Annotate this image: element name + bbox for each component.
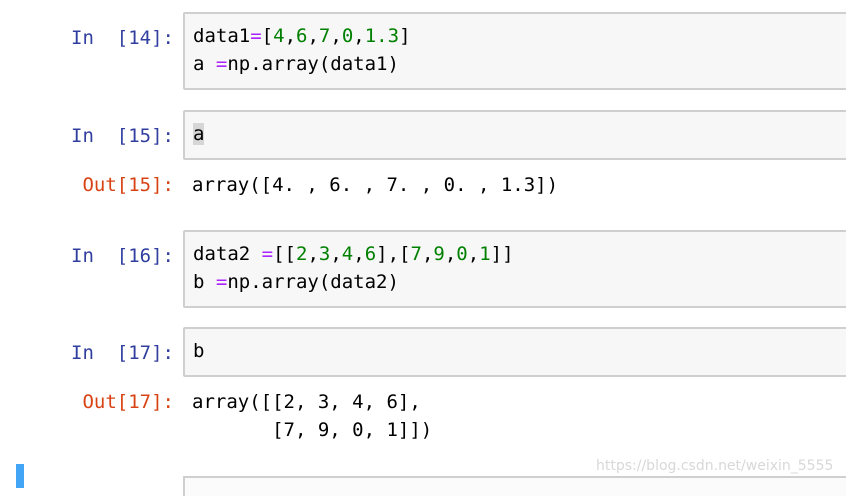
code-token: [[ (273, 243, 296, 265)
code-line: b =np.array(data2) (193, 268, 514, 296)
code-token: a (193, 53, 216, 75)
code-token: b (193, 340, 205, 362)
code-line: b (193, 337, 204, 365)
selected-cell-indicator (16, 464, 24, 488)
cell-17-code-input[interactable]: b (183, 327, 846, 377)
cell-15-output: array([4. , 6. , 7. , 0. , 1.3]) (192, 174, 559, 196)
code-token: , (444, 243, 457, 265)
code-token: data1 (193, 25, 251, 47)
code-number-token: 7 (318, 25, 331, 47)
code-token: , (330, 25, 342, 47)
code-token: , (353, 243, 365, 265)
code-number-token: 9 (433, 243, 445, 265)
code-operator-token: = (215, 53, 228, 75)
code-line: data2 =[[2,3,4,6],[7,9,0,1]] (193, 240, 514, 268)
cell-16-code: data2 =[[2,3,4,6],[7,9,0,1]] b =np.array(… (193, 240, 514, 296)
code-number-token: 0 (456, 243, 468, 265)
code-token: np.array(data2) (227, 271, 399, 293)
code-token: ],[ (376, 243, 411, 265)
code-token: ] (399, 25, 411, 47)
cell-15-in-prompt: In [15]: (71, 125, 174, 147)
code-token: , (307, 25, 319, 47)
cell-14-code-input[interactable]: data1=[4,6,7,0,1.3] a =np.array(data1) (183, 12, 846, 90)
watermark: https://blog.csdn.net/weixin_5555 (596, 458, 834, 474)
cell-15-code-input[interactable]: a (183, 110, 846, 160)
code-token: , (467, 243, 480, 265)
code-token: b (193, 271, 216, 293)
code-line: data1=[4,6,7,0,1.3] (193, 22, 411, 50)
code-number-token: 6 (364, 243, 377, 265)
code-line: a =np.array(data1) (193, 50, 411, 78)
cell-17-code: b (193, 337, 204, 365)
code-number-token: 4 (273, 25, 285, 47)
code-number-token: 0 (341, 25, 354, 47)
code-number-token: 6 (296, 25, 308, 47)
code-token: data2 (193, 243, 262, 265)
code-number-token: 4 (341, 243, 354, 265)
code-number-token: 3 (318, 243, 331, 265)
code-token: , (307, 243, 319, 265)
code-operator-token: = (250, 25, 262, 47)
code-line: a (193, 120, 205, 148)
cell-16-in-prompt: In [16]: (71, 245, 174, 267)
cell-14-code: data1=[4,6,7,0,1.3] a =np.array(data1) (193, 22, 411, 78)
code-token: np.array(data1) (227, 53, 399, 75)
cell-15-code: a (193, 120, 205, 148)
next-cell-input[interactable] (183, 476, 846, 496)
code-number-token: 2 (295, 243, 308, 265)
cell-15-out-prompt: Out[15]: (82, 174, 174, 196)
code-token: , (421, 243, 434, 265)
code-operator-token: = (215, 271, 228, 293)
code-token: [ (261, 25, 274, 47)
code-token: a (193, 123, 205, 145)
code-token: , (330, 243, 342, 265)
cell-17-output: array([[2, 3, 4, 6], [7, 9, 0, 1]]) (192, 391, 433, 441)
cell-17-out-prompt: Out[17]: (82, 391, 174, 413)
code-number-token: 7 (410, 243, 422, 265)
code-number-token: 1.3 (364, 25, 400, 47)
cell-17-in-prompt: In [17]: (71, 342, 174, 364)
code-token: , (353, 25, 365, 47)
code-token: ]] (490, 243, 514, 265)
code-token: , (284, 25, 297, 47)
code-operator-token: = (261, 243, 274, 265)
code-number-token: 1 (479, 243, 491, 265)
cell-16-code-input[interactable]: data2 =[[2,3,4,6],[7,9,0,1]] b =np.array(… (183, 230, 846, 308)
cell-14-in-prompt: In [14]: (71, 27, 174, 49)
